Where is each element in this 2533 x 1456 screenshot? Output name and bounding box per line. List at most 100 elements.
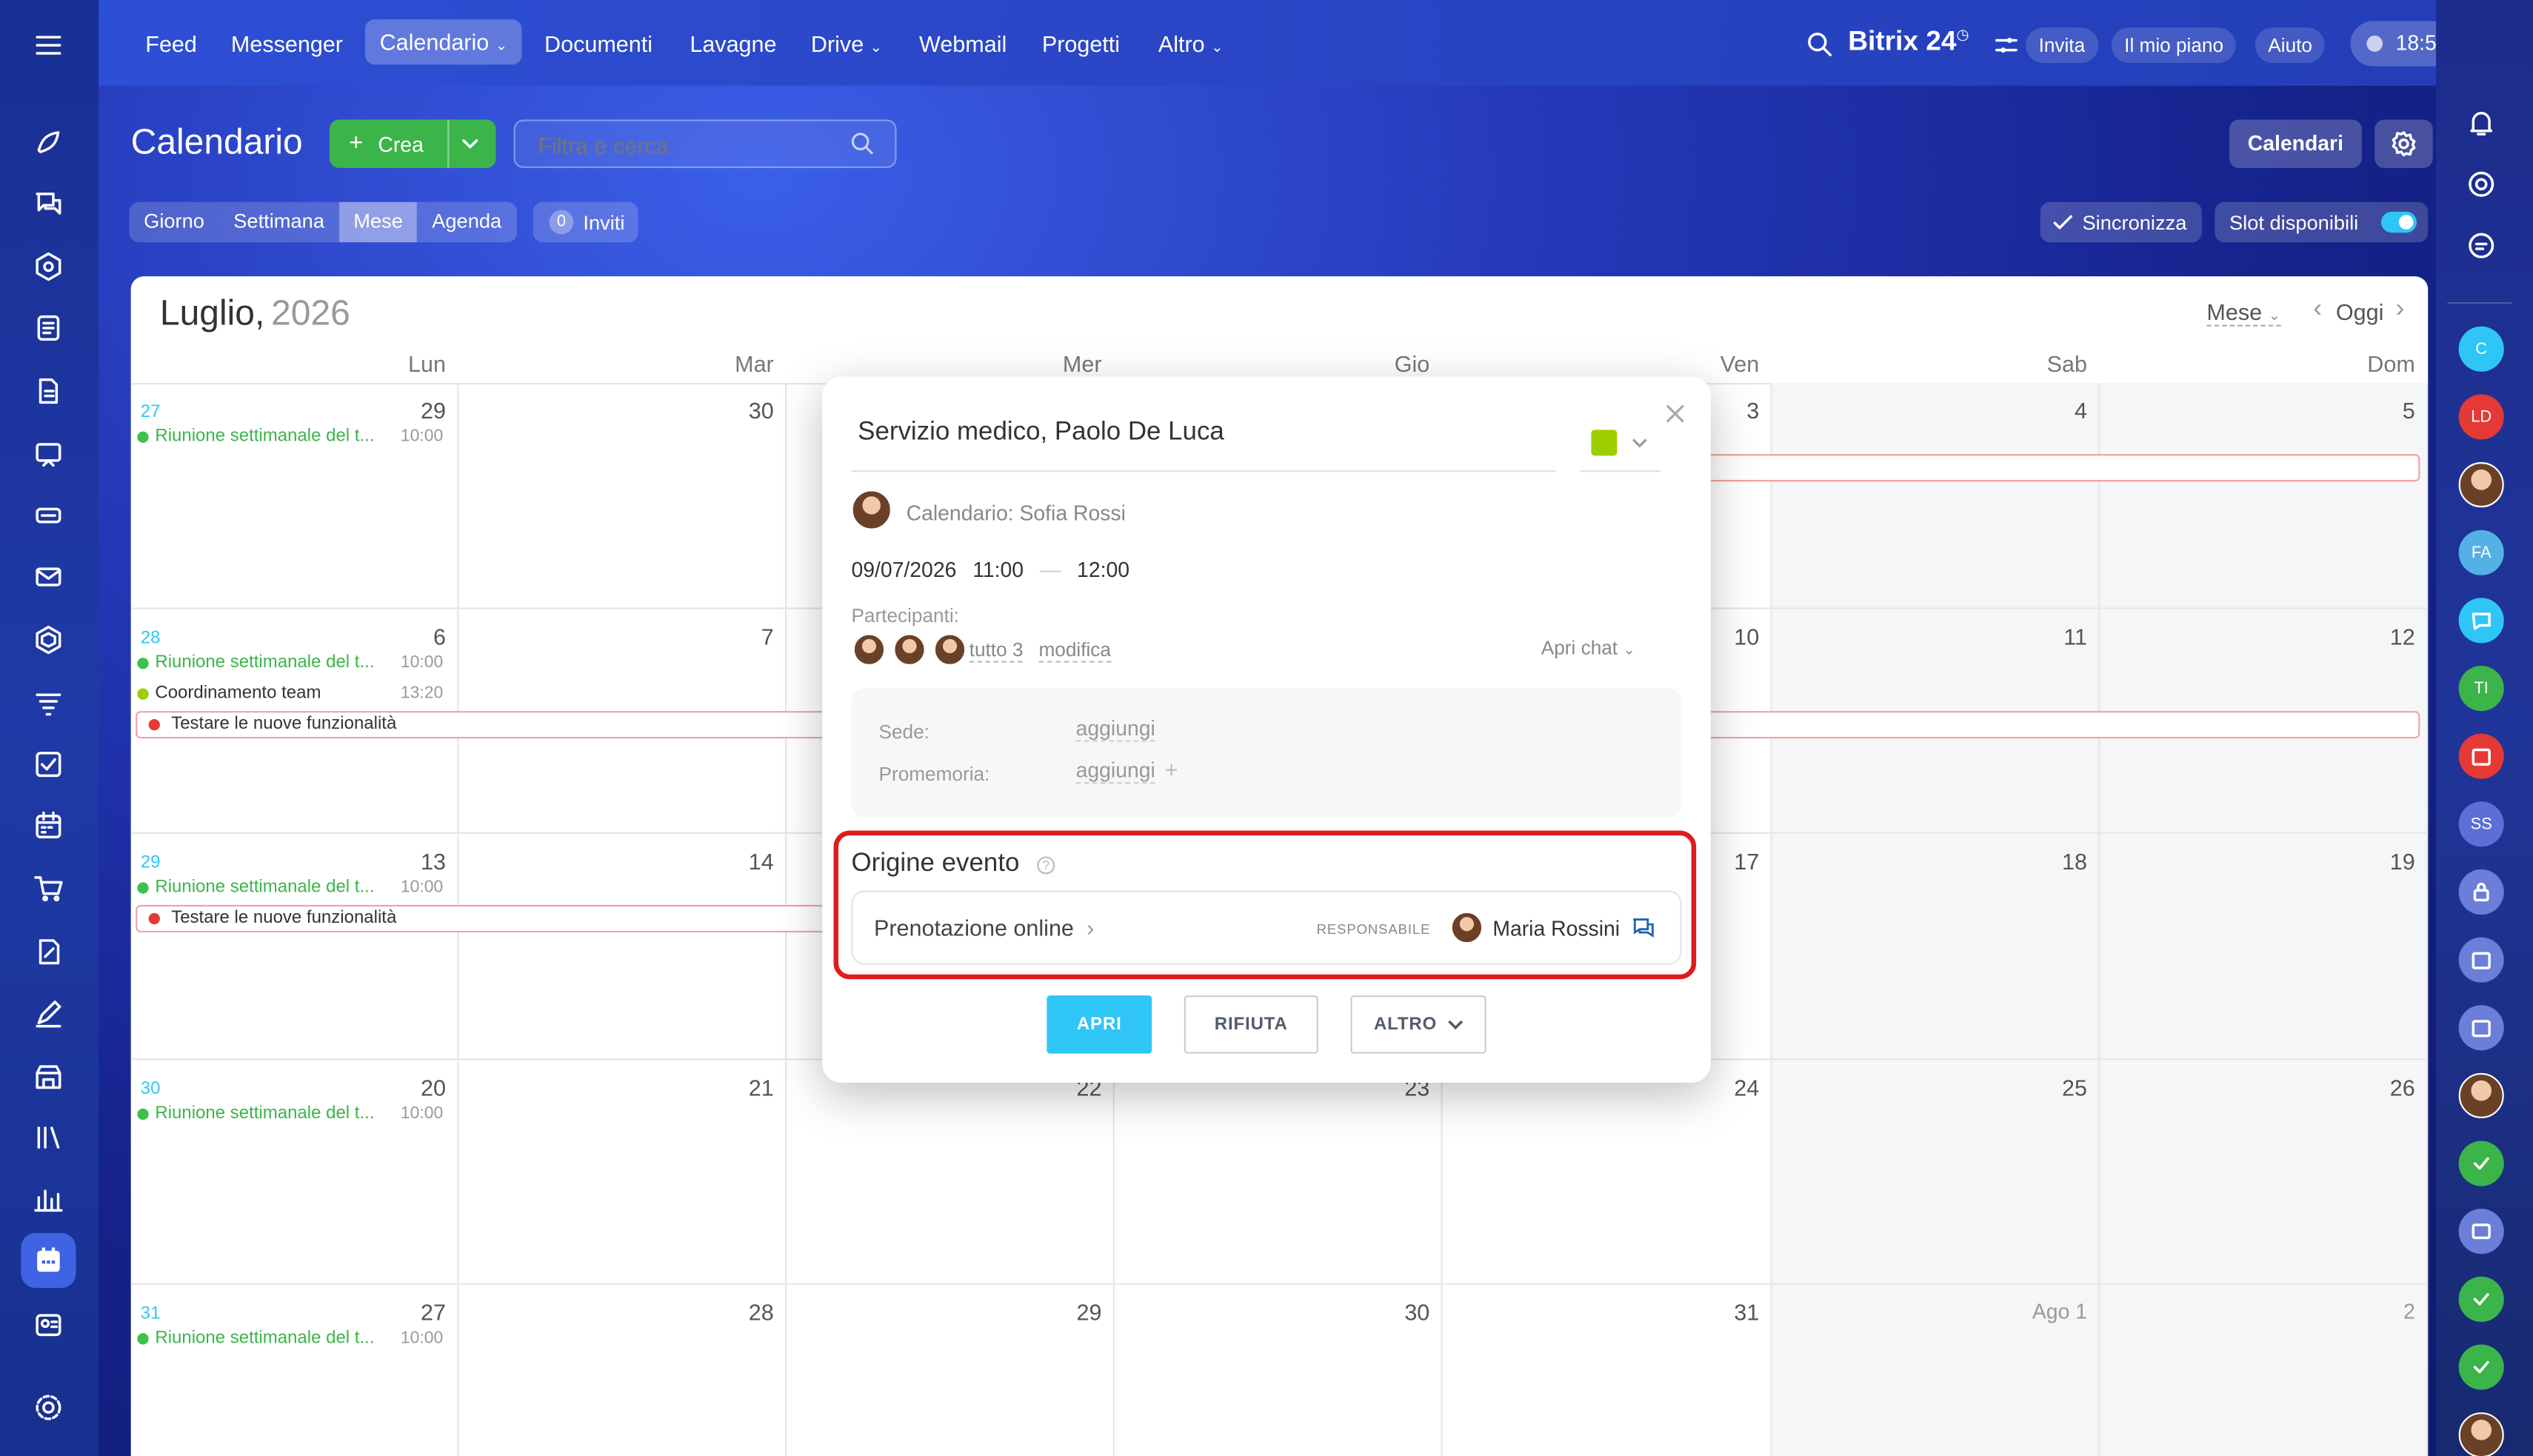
day-number[interactable]: 28 [749,1299,774,1325]
plan-button[interactable]: Il mio piano [2111,27,2237,64]
search-icon[interactable] [850,131,875,157]
multi-day-event[interactable]: Testare le nuove funzionalità [136,711,863,739]
sign-doc-icon[interactable] [30,934,66,969]
documents-icon[interactable] [30,310,66,346]
chevron-down-icon[interactable] [461,136,480,152]
calendar-event[interactable]: Riunione settimanale del t... 10:00 [137,653,443,672]
day-cell[interactable]: 20 30 [130,1060,459,1285]
calendar-event[interactable]: Riunione settimanale del t... 10:00 [137,1329,443,1348]
settings-icon[interactable] [30,1390,66,1426]
day-cell[interactable]: 31 [1443,1284,1772,1456]
calendar-chat-icon-3[interactable] [2458,1005,2504,1051]
day-cell[interactable]: 14 [458,833,787,1061]
nav-more[interactable]: Altro ⌄ [1158,30,1224,56]
view-day[interactable]: Giorno [129,202,218,243]
today-button[interactable]: Oggi [2336,299,2384,325]
shop-icon[interactable] [30,871,66,906]
day-number[interactable]: 27 [421,1299,446,1325]
chat-icon[interactable] [30,186,66,221]
store-icon[interactable] [30,1058,66,1094]
activity-icon[interactable] [30,124,66,160]
calendar-chat-icon[interactable] [2458,733,2504,779]
library-icon[interactable] [30,1120,66,1155]
day-cell[interactable]: 5 [2100,383,2429,610]
color-picker[interactable] [1580,430,1661,472]
week-number[interactable]: 28 [141,629,161,648]
settings-gear-icon[interactable] [2375,119,2433,168]
nav-boards[interactable]: Lavagne [690,30,776,56]
close-icon[interactable] [1666,404,1685,424]
multi-day-event[interactable]: Testare le nuove funzionalità [136,904,863,933]
contact-avatar-ld[interactable]: LD [2458,394,2504,440]
day-number[interactable]: 18 [2062,849,2087,875]
nav-feed[interactable]: Feed [145,30,197,56]
day-cell[interactable]: 23 [1114,1060,1443,1285]
nav-messenger[interactable]: Messenger [231,30,343,56]
task-chat-icon-2[interactable] [2458,1276,2504,1322]
day-number[interactable]: 10 [1734,624,1759,649]
prev-month-icon[interactable]: ‹ [2313,295,2322,324]
contact-avatar-ss[interactable]: SS [2458,801,2504,847]
origin-booking-link[interactable]: Prenotazione online › [874,915,1094,941]
calendar-event[interactable]: Riunione settimanale del t... 10:00 [137,1103,443,1123]
contact-avatar-c[interactable]: C [2458,326,2504,372]
event-datetime[interactable]: 09/07/2026 11:00 — 12:00 [851,558,1129,582]
view-agenda[interactable]: Agenda [418,202,516,243]
calendar-event[interactable]: Riunione settimanale del t... 10:00 [137,427,443,446]
day-cell[interactable]: Ago 1 [1772,1284,2100,1456]
contacts-icon[interactable] [30,1307,66,1343]
day-number[interactable]: 17 [1734,849,1759,875]
calendar-nav-icon[interactable] [21,1232,76,1289]
tasks-icon[interactable] [30,747,66,782]
target-icon[interactable] [2459,161,2504,207]
view-week[interactable]: Settimana [219,202,339,243]
day-number[interactable]: 19 [2390,849,2415,875]
chat-group-icon[interactable] [2458,598,2504,644]
search-field[interactable] [513,119,897,168]
day-cell[interactable]: 26 [2100,1060,2429,1285]
day-cell[interactable]: 13 29 [130,833,459,1061]
invites-button[interactable]: 0 Inviti [533,201,638,243]
sliders-icon[interactable] [1995,34,2018,57]
day-number[interactable]: 11 [2063,624,2087,649]
calendar-chat-icon-2[interactable] [2458,937,2504,983]
multi-day-event[interactable] [1665,454,2420,482]
open-button[interactable]: APRI [1047,995,1152,1054]
decline-button[interactable]: RIFIUTA [1184,995,1318,1054]
day-cell[interactable]: 4 [1772,383,2100,610]
planner-icon[interactable] [30,808,66,844]
more-button[interactable]: ALTRO [1350,995,1486,1054]
day-number[interactable]: 12 [2390,624,2415,649]
day-number[interactable]: 13 [421,849,446,875]
day-cell[interactable]: 30 [1115,1284,1443,1456]
day-cell[interactable]: 21 [458,1060,787,1285]
sync-button[interactable]: Sincronizza [2040,201,2202,243]
calendar-event[interactable]: Coordinamento team 13:20 [137,684,443,703]
card-chat-icon[interactable] [2458,1209,2504,1255]
day-number[interactable]: 2 [2403,1299,2415,1323]
view-month[interactable]: Mese [338,201,418,243]
search-icon[interactable] [1806,30,1833,58]
participants-avatars[interactable] [852,633,967,666]
projects-icon[interactable] [30,622,66,658]
day-number[interactable]: 4 [2075,398,2087,424]
nav-drive[interactable]: Drive ⌄ [811,30,882,56]
slots-toggle[interactable] [2380,211,2417,233]
file-icon[interactable] [30,373,66,409]
view-selector[interactable]: Mese ⌄ [2206,299,2281,327]
day-number[interactable]: 21 [749,1075,774,1101]
help-icon[interactable]: ? [1037,856,1055,875]
create-button[interactable]: + Crea [329,119,496,168]
day-cell[interactable]: 18 [1772,833,2100,1061]
menu-icon[interactable] [30,27,66,63]
nav-webmail[interactable]: Webmail [919,30,1007,56]
task-chat-icon-3[interactable] [2458,1344,2504,1390]
search-input[interactable] [538,130,845,161]
day-number[interactable]: 26 [2390,1075,2415,1101]
calendar-event[interactable]: Riunione settimanale del t... 10:00 [137,878,443,897]
day-number[interactable]: 14 [749,849,774,875]
day-number[interactable]: 3 [1746,398,1759,424]
invite-button[interactable]: Invita [2026,27,2098,64]
nav-projects[interactable]: Progetti [1042,30,1120,56]
nav-calendar[interactable]: Calendario ⌄ [364,19,522,65]
